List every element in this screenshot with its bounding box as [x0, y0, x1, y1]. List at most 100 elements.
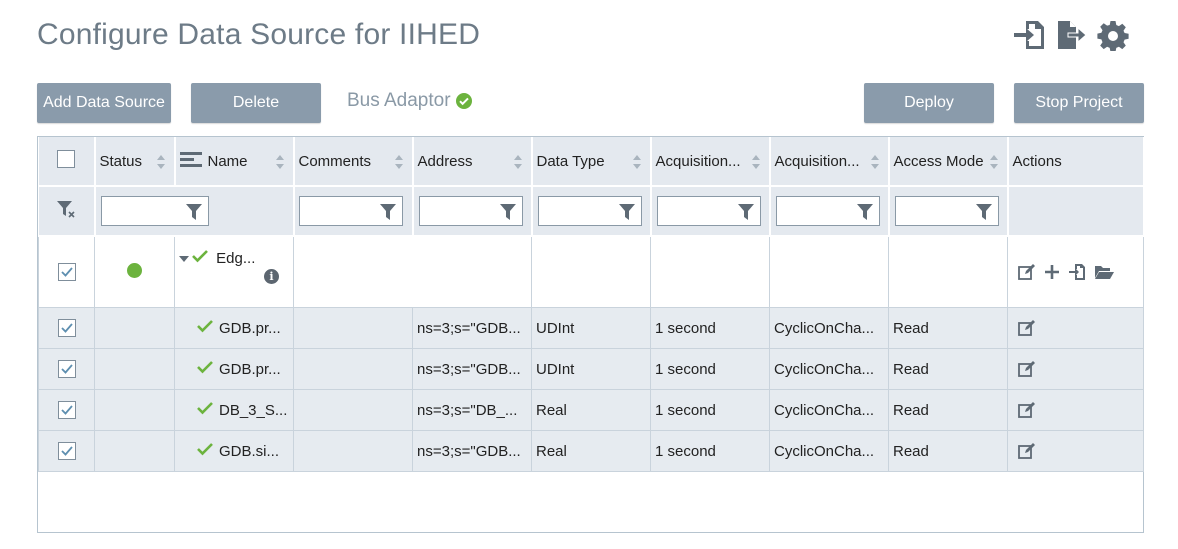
data-type-cell: UDInt: [531, 348, 651, 390]
table-row[interactable]: GDB.si... ns=3;s="GDB... Real 1 second C…: [38, 430, 1144, 472]
table-row-parent[interactable]: Edg... i: [38, 235, 1144, 308]
filter-icon[interactable]: [499, 204, 516, 220]
column-label: Actions: [1012, 152, 1062, 170]
delete-button[interactable]: Delete: [191, 83, 321, 123]
acq-cycle-cell: 1 second: [650, 348, 770, 390]
sort-icon[interactable]: [275, 154, 285, 170]
filter-data-type-input[interactable]: [537, 196, 642, 226]
column-header-access-mode[interactable]: Access Mode: [888, 137, 1009, 187]
acq-mode-cell: CyclicOnCha...: [769, 348, 889, 390]
data-type-cell: Real: [531, 389, 651, 431]
column-header-data-type[interactable]: Data Type: [531, 137, 652, 187]
add-data-source-button[interactable]: Add Data Source: [37, 83, 171, 123]
acq-mode-cell: CyclicOnCha...: [769, 430, 889, 472]
column-header-comments[interactable]: Comments: [293, 137, 414, 187]
filter-address-cell: [412, 186, 533, 237]
column-header-name[interactable]: Name: [174, 137, 295, 187]
filter-access-input[interactable]: [894, 196, 999, 226]
column-label: Acquisition...: [774, 152, 860, 170]
edit-icon[interactable]: [1018, 443, 1036, 459]
row-checkbox[interactable]: [57, 360, 76, 378]
row-select-cell: [38, 307, 95, 349]
row-checkbox[interactable]: [57, 263, 76, 281]
deploy-button[interactable]: Deploy: [864, 83, 994, 123]
address-cell: ns=3;s="GDB...: [412, 348, 532, 390]
row-checkbox[interactable]: [57, 442, 76, 460]
table-row[interactable]: GDB.pr... ns=3;s="GDB... UDInt 1 second …: [38, 307, 1144, 349]
filter-acq-cycle-cell: [650, 186, 771, 237]
empty-cell: [888, 235, 1008, 308]
name-cell: GDB.pr...: [174, 307, 294, 349]
row-select-cell: [38, 430, 95, 472]
status-cell: [94, 430, 175, 472]
import-icon[interactable]: [1012, 18, 1046, 52]
column-header-address[interactable]: Address: [412, 137, 533, 187]
filter-address-input[interactable]: [418, 196, 523, 226]
acq-cycle-cell: 1 second: [650, 307, 770, 349]
filter-acq-mode-input[interactable]: [775, 196, 880, 226]
filter-actions-cell: [1007, 186, 1145, 237]
sort-icon[interactable]: [156, 154, 166, 170]
edit-icon[interactable]: [1018, 361, 1036, 377]
column-header-acquisition-cycle[interactable]: Acquisition...: [650, 137, 771, 187]
export-icon[interactable]: [1054, 18, 1088, 52]
import-icon[interactable]: [1068, 263, 1086, 281]
data-type-cell: UDInt: [531, 307, 651, 349]
address-cell: ns=3;s="GDB...: [412, 430, 532, 472]
filter-icon[interactable]: [618, 204, 635, 220]
acq-mode-cell: CyclicOnCha...: [769, 389, 889, 431]
filter-icon[interactable]: [975, 204, 992, 220]
row-checkbox[interactable]: [57, 401, 76, 419]
sort-icon[interactable]: [751, 154, 761, 170]
actions-cell: [1007, 348, 1144, 390]
row-name: GDB.pr...: [219, 361, 281, 378]
filter-icon[interactable]: [379, 204, 396, 220]
check-icon: [197, 443, 213, 456]
check-icon: [197, 402, 213, 415]
row-name: GDB.si...: [219, 443, 280, 460]
add-icon[interactable]: [1044, 264, 1060, 280]
clear-filter-icon[interactable]: [56, 199, 76, 219]
group-icon[interactable]: [179, 152, 202, 168]
address-cell: ns=3;s="GDB...: [412, 307, 532, 349]
filter-status-cell: [94, 186, 295, 237]
column-header-status[interactable]: Status: [94, 137, 176, 187]
filter-comments-input[interactable]: [298, 196, 403, 226]
table-row[interactable]: GDB.pr... ns=3;s="GDB... UDInt 1 second …: [38, 348, 1144, 390]
sort-icon[interactable]: [989, 154, 999, 170]
filter-icon[interactable]: [856, 204, 873, 220]
filter-acq-mode-cell: [769, 186, 890, 237]
select-all-checkbox[interactable]: [57, 150, 75, 168]
column-header-acquisition-mode[interactable]: Acquisition...: [769, 137, 890, 187]
expand-chevron-icon[interactable]: [179, 255, 189, 263]
sort-icon[interactable]: [513, 154, 523, 170]
filter-icon[interactable]: [737, 204, 754, 220]
gear-icon[interactable]: [1096, 18, 1130, 52]
column-label: Comments: [298, 152, 372, 170]
stop-project-button[interactable]: Stop Project: [1014, 83, 1144, 123]
edit-icon[interactable]: [1018, 264, 1036, 280]
row-name: Edg...: [216, 250, 256, 267]
sort-icon[interactable]: [394, 154, 404, 170]
filter-status-input[interactable]: [100, 196, 209, 226]
filter-acq-cycle-input[interactable]: [656, 196, 761, 226]
table-row[interactable]: DB_3_S... ns=3;s="DB_... Real 1 second C…: [38, 389, 1144, 431]
status-cell: [94, 235, 175, 308]
edit-icon[interactable]: [1018, 320, 1036, 336]
filter-icon[interactable]: [185, 204, 202, 220]
check-icon: [192, 250, 208, 263]
sort-icon[interactable]: [632, 154, 642, 170]
page-title: Configure Data Source for IIHED: [37, 18, 481, 51]
filter-access-cell: [888, 186, 1009, 237]
empty-cell: [769, 235, 889, 308]
address-cell: ns=3;s="DB_...: [412, 389, 532, 431]
sort-icon[interactable]: [870, 154, 880, 170]
comments-cell: [293, 430, 413, 472]
row-checkbox[interactable]: [57, 319, 76, 337]
folder-open-icon[interactable]: [1094, 264, 1114, 280]
row-select-cell: [38, 348, 95, 390]
edit-icon[interactable]: [1018, 402, 1036, 418]
info-icon[interactable]: i: [264, 269, 279, 284]
access-cell: Read: [888, 389, 1008, 431]
row-select-cell: [38, 235, 95, 308]
